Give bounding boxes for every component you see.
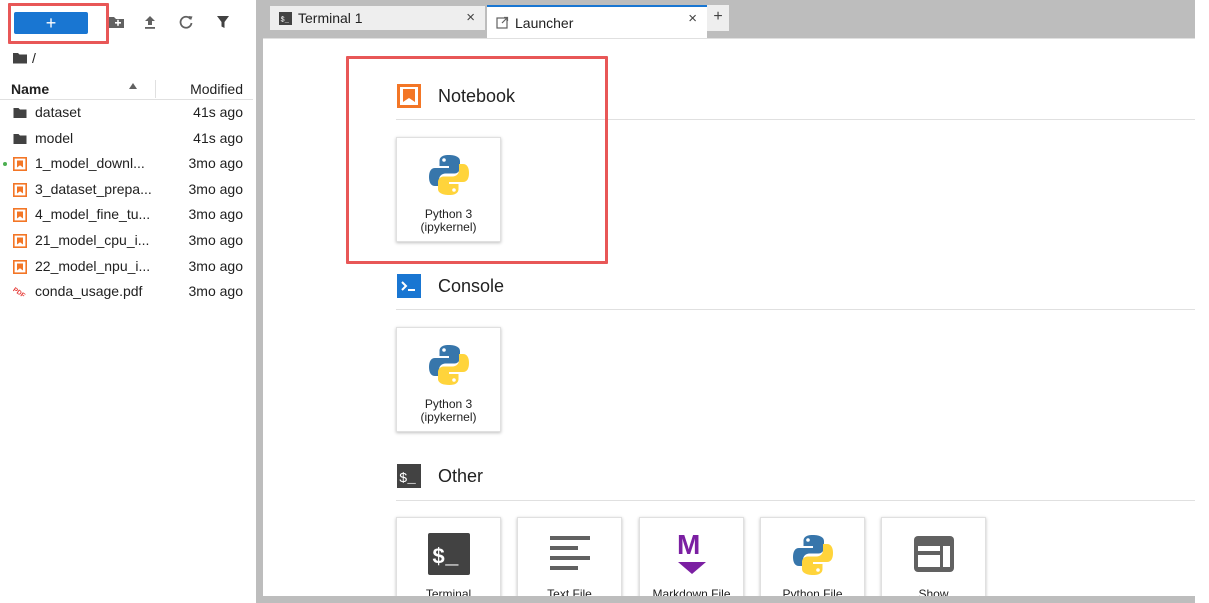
list-item[interactable]: 22_model_npu_i... 3mo ago	[0, 254, 253, 280]
list-item[interactable]: 4_model_fine_tu... 3mo ago	[0, 202, 253, 228]
close-icon[interactable]: ×	[466, 9, 475, 26]
file-modified: 3mo ago	[188, 257, 243, 274]
svg-text:M: M	[677, 529, 700, 560]
file-name: 1_model_downl...	[35, 155, 145, 172]
python-icon	[424, 340, 474, 390]
pdf-icon: PDF	[11, 285, 27, 300]
breadcrumb: /	[12, 49, 36, 67]
svg-text:$_: $_	[432, 545, 459, 570]
tab-launcher[interactable]: Launcher ×	[487, 5, 707, 38]
python-icon	[788, 530, 838, 580]
highlight-box	[346, 56, 608, 264]
svg-text:$_: $_	[281, 16, 290, 24]
file-browser: + / Name Modified dataset 41s ago model …	[0, 0, 253, 603]
column-divider[interactable]	[155, 80, 156, 98]
upload-icon[interactable]	[140, 12, 160, 32]
terminal-icon: $_	[427, 532, 471, 576]
file-modified: 41s ago	[193, 104, 243, 120]
section-label: Other	[438, 465, 484, 486]
new-folder-icon[interactable]	[106, 12, 126, 32]
folder-icon	[13, 106, 27, 120]
sort-ascending-icon	[129, 83, 137, 89]
modified-column-header[interactable]: Modified	[190, 81, 243, 97]
window-edge	[1195, 0, 1209, 603]
sidebar-resize-handle[interactable]	[256, 0, 263, 603]
file-name: 22_model_npu_i...	[35, 257, 151, 274]
file-list: dataset 41s ago model 41s ago 1_model_do…	[0, 100, 253, 305]
card-label-line2: (ipykernel)	[420, 410, 477, 424]
name-column-header[interactable]: Name	[11, 81, 49, 97]
file-modified: 3mo ago	[188, 180, 243, 197]
horizontal-scrollbar[interactable]	[257, 596, 1195, 603]
file-modified: 3mo ago	[188, 206, 243, 223]
section-divider	[396, 309, 1195, 310]
list-item[interactable]: model 41s ago	[0, 126, 253, 152]
notebook-icon	[13, 157, 27, 172]
file-modified: 41s ago	[193, 129, 243, 146]
notebook-icon	[13, 208, 27, 223]
file-list-header: Name Modified	[0, 78, 253, 100]
svg-text:$_: $_	[399, 471, 416, 487]
text-file-card[interactable]: Text File	[517, 517, 622, 603]
contextual-help-icon	[912, 532, 956, 576]
file-name: model	[35, 129, 74, 146]
list-item[interactable]: 1_model_downl... 3mo ago	[0, 151, 253, 177]
jupyterlab-window: + / Name Modified dataset 41s ago model …	[0, 0, 1209, 603]
list-item[interactable]: 21_model_cpu_i... 3mo ago	[0, 228, 253, 254]
file-name: dataset	[35, 104, 81, 120]
highlight-box	[8, 3, 109, 44]
running-indicator-icon	[3, 162, 7, 167]
section-label: Console	[438, 275, 505, 296]
refresh-icon[interactable]	[176, 12, 196, 32]
markdown-file-card[interactable]: M Markdown File	[639, 517, 744, 603]
tab-terminal[interactable]: $_ Terminal 1 ×	[269, 5, 486, 31]
file-name: 4_model_fine_tu...	[35, 206, 151, 223]
file-modified: 3mo ago	[188, 231, 243, 248]
console-icon	[396, 273, 422, 299]
svg-text:PDF: PDF	[13, 287, 26, 300]
file-name: 21_model_cpu_i...	[35, 231, 150, 248]
file-name: 3_dataset_prepa...	[35, 180, 152, 197]
notebook-icon	[13, 259, 27, 274]
tab-label: Terminal 1	[298, 10, 363, 26]
card-label-line1: Python 3	[424, 397, 473, 411]
terminal-icon: $_	[396, 463, 422, 489]
close-icon[interactable]: ×	[688, 10, 697, 27]
filter-icon[interactable]	[213, 12, 233, 32]
list-item[interactable]: 3_dataset_prepa... 3mo ago	[0, 177, 253, 203]
markdown-icon: M	[674, 528, 710, 578]
show-contextual-help-card[interactable]: Show	[881, 517, 986, 603]
tab-label: Launcher	[515, 14, 574, 31]
other-section-title: $_ Other	[396, 463, 483, 489]
breadcrumb-root[interactable]: /	[32, 50, 36, 66]
terminal-card[interactable]: $_ Terminal	[396, 517, 501, 603]
console-python3-card[interactable]: Python 3 (ipykernel)	[396, 327, 501, 432]
launcher-tab-icon	[496, 16, 509, 29]
folder-icon	[13, 132, 27, 146]
list-item[interactable]: dataset 41s ago	[0, 100, 253, 126]
file-modified: 3mo ago	[188, 283, 243, 300]
notebook-icon	[13, 182, 27, 197]
list-item[interactable]: PDF conda_usage.pdf 3mo ago	[0, 279, 253, 305]
section-divider	[396, 500, 1195, 501]
notebook-icon	[13, 233, 27, 248]
add-tab-button[interactable]: +	[707, 5, 729, 31]
file-name: conda_usage.pdf	[35, 283, 143, 300]
file-modified: 3mo ago	[188, 155, 243, 172]
text-file-icon	[550, 532, 590, 576]
python-file-card[interactable]: Python File	[760, 517, 865, 603]
card-label: Python 3 (ipykernel)	[397, 398, 500, 424]
terminal-tab-icon: $_	[279, 11, 292, 25]
folder-icon[interactable]	[12, 51, 28, 65]
tab-bar: $_ Terminal 1 × Launcher × +	[263, 0, 1209, 38]
console-section-title: Console	[396, 273, 504, 299]
